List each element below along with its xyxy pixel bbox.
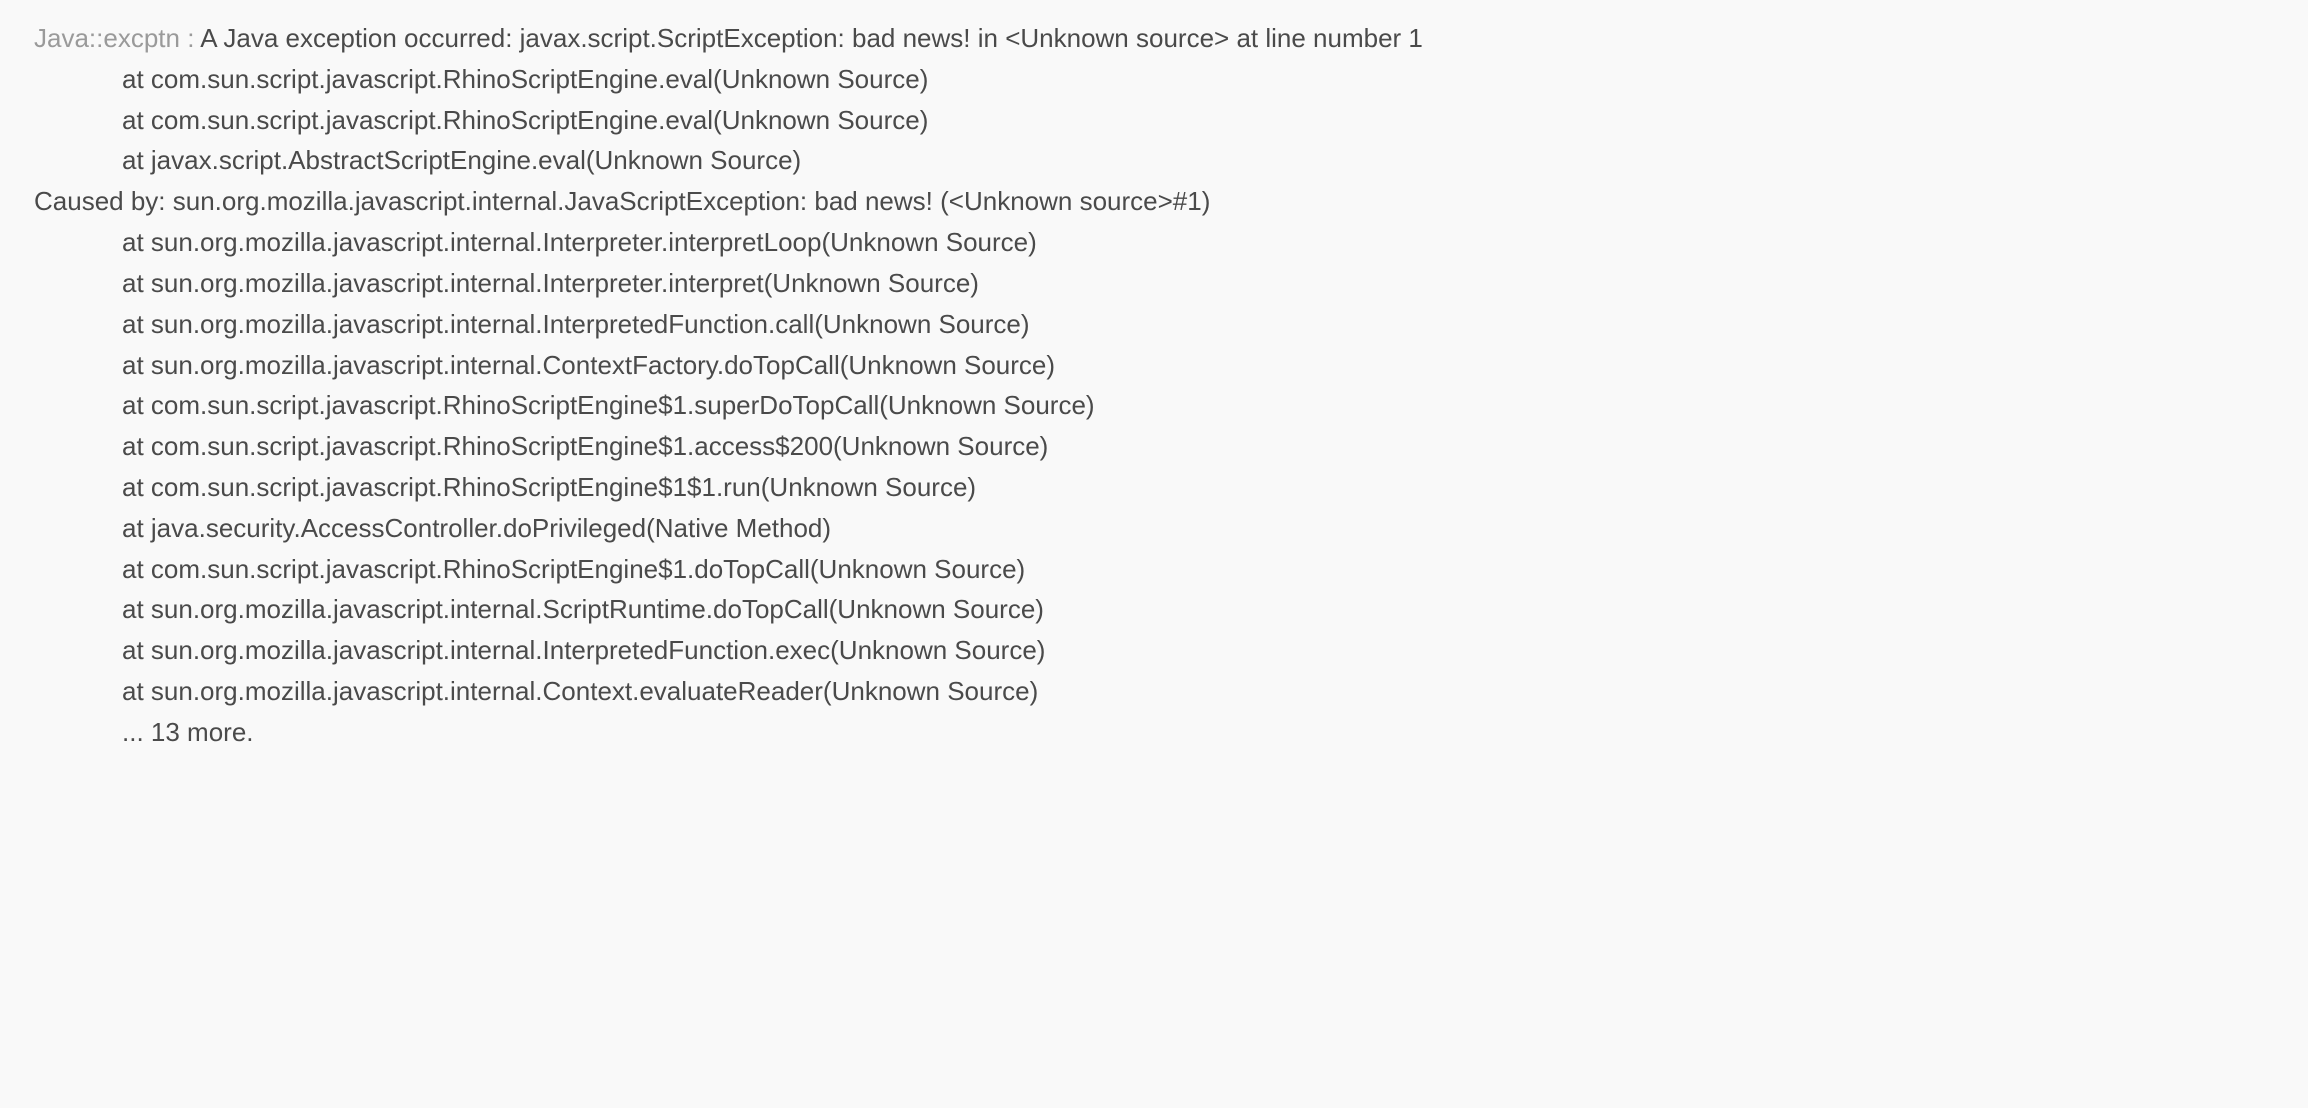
caused-by-line: Caused by: sun.org.mozilla.javascript.in… — [34, 181, 2274, 222]
stack-frame: at sun.org.mozilla.javascript.internal.S… — [34, 589, 2274, 630]
stack-frame: at com.sun.script.javascript.RhinoScript… — [34, 549, 2274, 590]
stack-frame: at sun.org.mozilla.javascript.internal.C… — [34, 671, 2274, 712]
stack-trace-container: Java::excptn : A Java exception occurred… — [34, 18, 2274, 753]
stack-frame: at sun.org.mozilla.javascript.internal.C… — [34, 345, 2274, 386]
stack-frame: at com.sun.script.javascript.RhinoScript… — [34, 385, 2274, 426]
stack-frame: at sun.org.mozilla.javascript.internal.I… — [34, 222, 2274, 263]
exception-class-label: Java::excptn — [34, 23, 180, 53]
stack-frame: at com.sun.script.javascript.RhinoScript… — [34, 59, 2274, 100]
stack-frame: at java.security.AccessController.doPriv… — [34, 508, 2274, 549]
stack-frame: at sun.org.mozilla.javascript.internal.I… — [34, 630, 2274, 671]
stack-frame-more: ... 13 more. — [34, 712, 2274, 753]
stack-frame: at javax.script.AbstractScriptEngine.eva… — [34, 140, 2274, 181]
stack-frame: at sun.org.mozilla.javascript.internal.I… — [34, 304, 2274, 345]
exception-message: A Java exception occurred: javax.script.… — [200, 23, 1423, 53]
exception-separator: : — [180, 23, 200, 53]
stack-frame: at sun.org.mozilla.javascript.internal.I… — [34, 263, 2274, 304]
stack-frame: at com.sun.script.javascript.RhinoScript… — [34, 426, 2274, 467]
exception-header-line: Java::excptn : A Java exception occurred… — [34, 18, 2274, 59]
stack-frame: at com.sun.script.javascript.RhinoScript… — [34, 100, 2274, 141]
stack-frame: at com.sun.script.javascript.RhinoScript… — [34, 467, 2274, 508]
